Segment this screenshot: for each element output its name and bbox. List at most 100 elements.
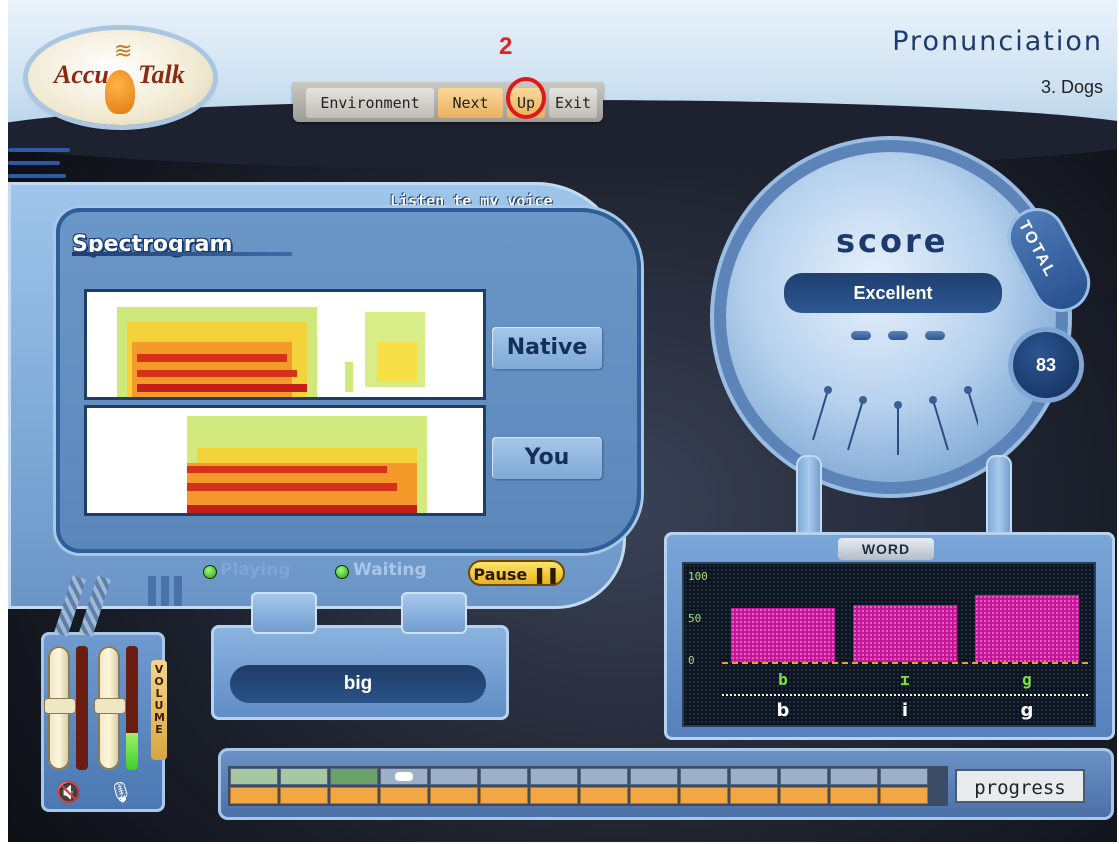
progress-label: progress bbox=[955, 769, 1085, 803]
accutalk-logo: Accu Talk ≋ bbox=[28, 30, 213, 125]
logo-text-left: Accu bbox=[54, 60, 109, 89]
speaker-slider-handle[interactable] bbox=[44, 698, 76, 714]
logo-sound-icon: ≋ bbox=[114, 38, 133, 63]
logo-mascot-icon bbox=[105, 70, 135, 114]
score-rating: Excellent bbox=[784, 273, 1002, 313]
heading-underline bbox=[72, 252, 292, 256]
phoneme-score-bar bbox=[853, 604, 957, 662]
progress-cell[interactable] bbox=[730, 768, 778, 785]
y-tick-label: 50 bbox=[688, 612, 702, 625]
pause-icon: ❚❚ bbox=[532, 565, 560, 584]
tray-clip bbox=[401, 592, 467, 634]
microphone-icon[interactable]: 🎙 bbox=[108, 780, 133, 805]
waiting-indicator-icon bbox=[335, 565, 349, 579]
progress-cell[interactable] bbox=[430, 768, 478, 785]
progress-cell[interactable] bbox=[530, 768, 578, 785]
page-title: Pronunciation bbox=[892, 26, 1103, 57]
chart-marks: 100 50 0 b b ɪ i g g bbox=[684, 564, 1094, 725]
pause-button[interactable]: Pause ❚❚ bbox=[468, 560, 565, 586]
phoneme-label: i bbox=[901, 700, 909, 721]
progress-cell[interactable] bbox=[880, 768, 928, 785]
up-button-highlight bbox=[506, 77, 546, 119]
pause-label: Pause bbox=[473, 565, 528, 584]
mic-level-meter bbox=[126, 646, 138, 770]
progress-cell-lower bbox=[730, 787, 778, 804]
logo-text-right: Talk bbox=[138, 60, 185, 89]
exit-button[interactable]: Exit bbox=[549, 88, 597, 118]
progress-cell-lower bbox=[230, 787, 278, 804]
dial-support bbox=[986, 455, 1012, 535]
progress-cell-lower bbox=[780, 787, 828, 804]
volume-label: VOLUME bbox=[151, 660, 167, 760]
progress-cell-lower bbox=[830, 787, 878, 804]
chart-baseline bbox=[722, 662, 1088, 664]
lesson-name: 3. Dogs bbox=[1040, 77, 1103, 97]
progress-cell[interactable] bbox=[480, 768, 528, 785]
total-score: 83 bbox=[1013, 332, 1079, 398]
environment-button[interactable]: Environment bbox=[306, 88, 434, 118]
progress-cell[interactable] bbox=[280, 768, 328, 785]
y-tick-label: 0 bbox=[688, 654, 695, 667]
current-word: big bbox=[230, 665, 486, 703]
phoneme-score-bar bbox=[975, 594, 1079, 662]
progress-cell[interactable] bbox=[230, 768, 278, 785]
ipa-label: g bbox=[1022, 670, 1032, 689]
native-spectrogram-image bbox=[117, 307, 425, 397]
progress-cell[interactable] bbox=[330, 768, 378, 785]
progress-cell-lower bbox=[430, 787, 478, 804]
progress-cell-lower bbox=[480, 787, 528, 804]
app-window: Accu Talk ≋ Pronunciation 3. Dogs 2 Envi… bbox=[8, 0, 1117, 842]
progress-cell[interactable] bbox=[380, 768, 428, 785]
waiting-status: Waiting bbox=[353, 560, 427, 580]
ipa-label: b bbox=[778, 670, 788, 689]
tray-clip bbox=[251, 592, 317, 634]
decor-stripe bbox=[161, 576, 169, 606]
phoneme-chart: 100 50 0 b b ɪ i g g bbox=[682, 562, 1096, 727]
progress-cell[interactable] bbox=[630, 768, 678, 785]
decor-stripe bbox=[148, 576, 156, 606]
progress-cell-lower bbox=[680, 787, 728, 804]
user-spectrogram bbox=[84, 405, 486, 516]
progress-cell-lower bbox=[380, 787, 428, 804]
phoneme-score-bar bbox=[731, 608, 835, 662]
progress-cell-lower bbox=[580, 787, 628, 804]
user-spectrogram-image bbox=[187, 416, 427, 513]
playing-indicator-icon bbox=[203, 565, 217, 579]
progress-cell-lower bbox=[630, 787, 678, 804]
decor-stripe bbox=[174, 576, 182, 606]
dial-support bbox=[796, 455, 822, 535]
y-tick-label: 100 bbox=[688, 570, 708, 583]
dial-ticks bbox=[812, 386, 978, 455]
wave-decoration bbox=[8, 148, 70, 152]
volume-label-text: VOLUME bbox=[154, 663, 165, 736]
wave-decoration bbox=[8, 174, 66, 178]
progress-cell-lower bbox=[530, 787, 578, 804]
native-button[interactable]: Native bbox=[492, 327, 602, 369]
indicator-dot bbox=[925, 331, 945, 340]
progress-cell-lower bbox=[280, 787, 328, 804]
indicator-dot bbox=[851, 331, 871, 340]
native-spectrogram bbox=[84, 289, 486, 400]
mic-level-fill bbox=[126, 732, 138, 770]
progress-grid bbox=[228, 766, 948, 806]
progress-cell-lower bbox=[330, 787, 378, 804]
playing-status: Playing bbox=[220, 560, 291, 580]
step-marker-number: 2 bbox=[499, 33, 513, 60]
next-button[interactable]: Next bbox=[438, 88, 503, 118]
progress-cell[interactable] bbox=[580, 768, 628, 785]
indicator-dot bbox=[888, 331, 908, 340]
progress-cell-lower bbox=[880, 787, 928, 804]
wave-decoration bbox=[8, 161, 60, 165]
progress-cell[interactable] bbox=[680, 768, 728, 785]
progress-cell[interactable] bbox=[780, 768, 828, 785]
mic-slider-handle[interactable] bbox=[94, 698, 126, 714]
phoneme-divider bbox=[722, 694, 1088, 696]
ipa-label: ɪ bbox=[900, 670, 910, 689]
speaker-mute-icon[interactable]: 🔇 bbox=[56, 780, 81, 805]
phoneme-label: g bbox=[1020, 700, 1034, 721]
phoneme-label: b bbox=[776, 700, 790, 721]
you-button[interactable]: You bbox=[492, 437, 602, 479]
word-panel-title: WORD bbox=[838, 538, 934, 560]
progress-cell[interactable] bbox=[830, 768, 878, 785]
score-label: score bbox=[836, 222, 949, 260]
